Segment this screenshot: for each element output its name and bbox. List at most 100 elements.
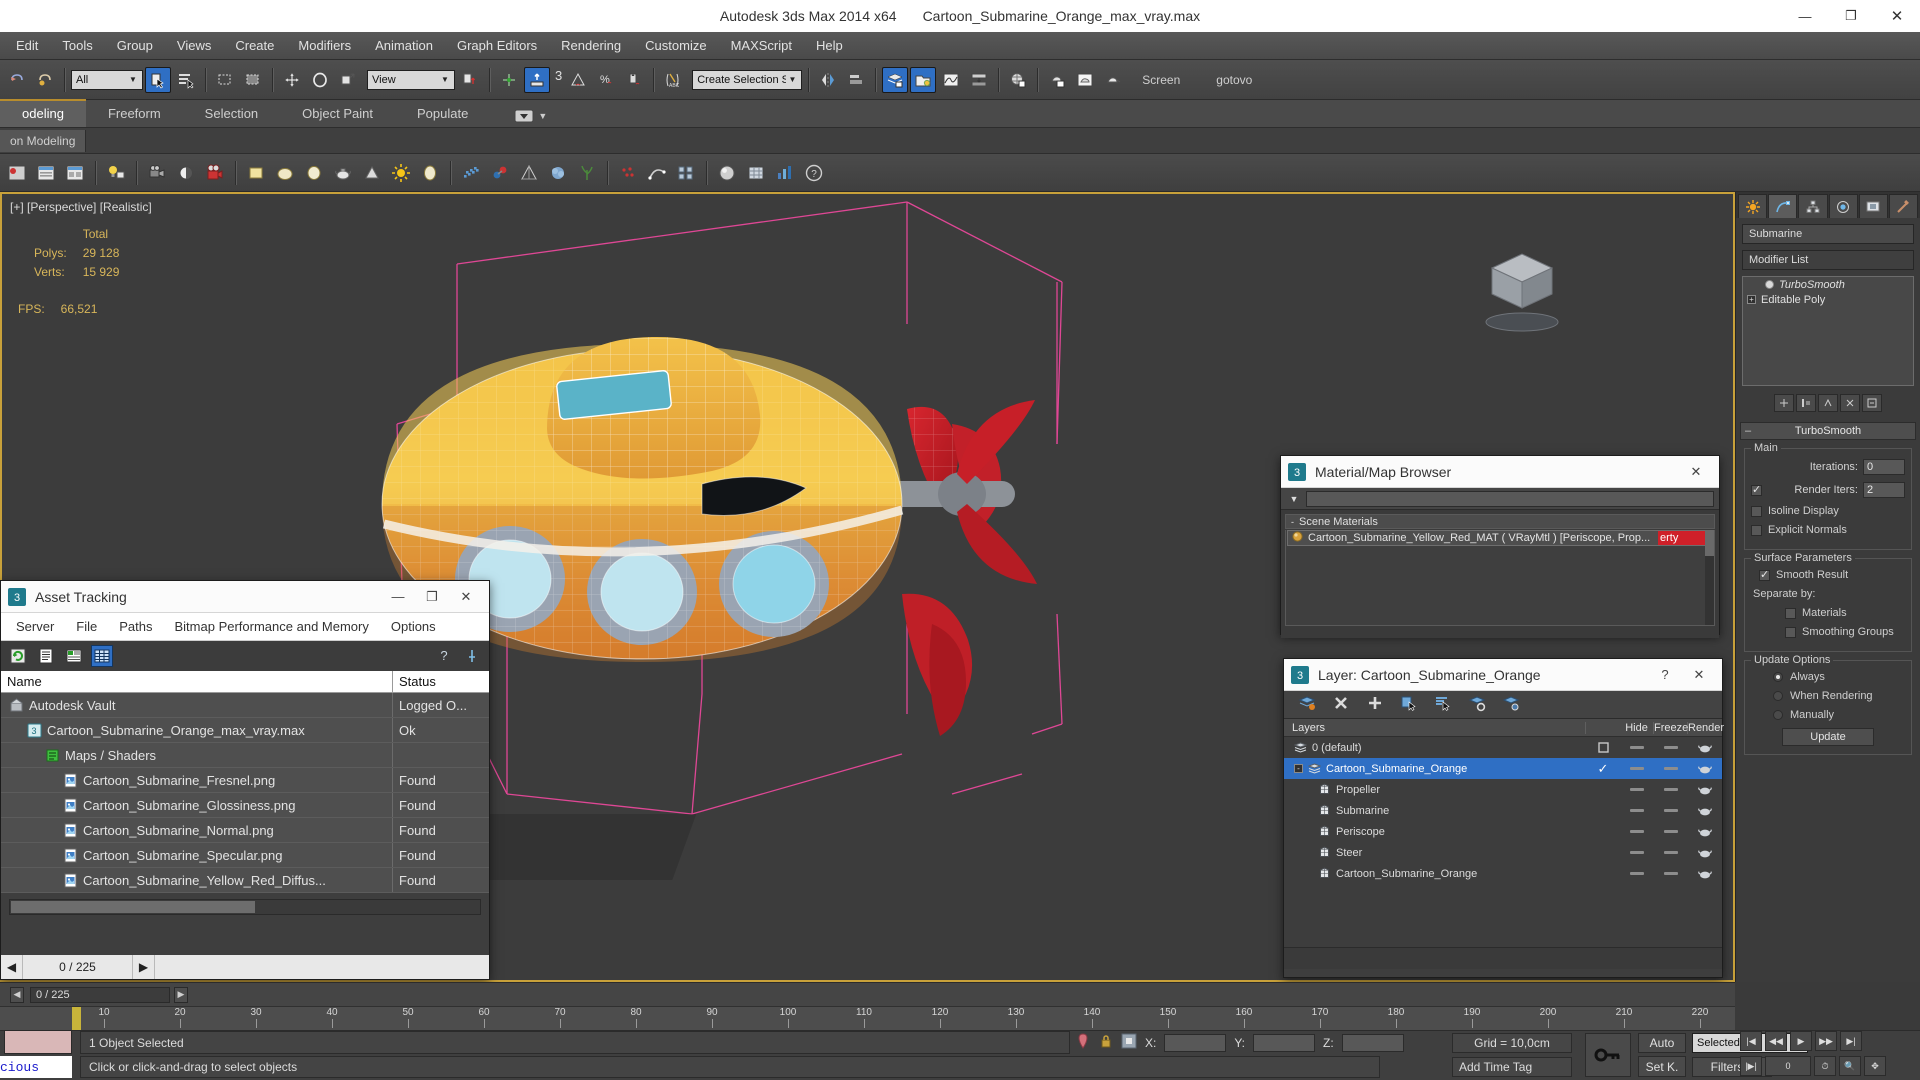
scrollbar-thumb[interactable] xyxy=(1705,530,1714,556)
z-field[interactable] xyxy=(1341,1033,1404,1052)
asset-row[interactable]: Cartoon_Submarine_Fresnel.png Found xyxy=(1,768,489,793)
named-selection-set-combo[interactable]: Create Selection S ▼ xyxy=(692,69,803,90)
update-button[interactable]: Update xyxy=(1782,728,1874,746)
light-lister-icon[interactable] xyxy=(103,160,129,186)
asset-row[interactable]: Cartoon_Submarine_Yellow_Red_Diffus... Fo… xyxy=(1,868,489,893)
menu-item-animation[interactable]: Animation xyxy=(363,34,445,57)
time-configuration-icon[interactable]: ⏱ xyxy=(1814,1056,1836,1076)
select-and-move-icon[interactable] xyxy=(279,67,305,93)
ribbon-tab-freeform[interactable]: Freeform xyxy=(86,101,183,127)
asset-row[interactable]: Cartoon_Submarine_Normal.png Found xyxy=(1,818,489,843)
show-end-result-icon[interactable] xyxy=(1796,394,1816,412)
layer-freeze-cell[interactable] xyxy=(1654,809,1688,812)
layer-freeze-cell[interactable] xyxy=(1654,830,1688,833)
restore-icon[interactable]: ❐ xyxy=(1828,0,1874,32)
tab-modify[interactable] xyxy=(1768,194,1798,218)
rendered-frame-window-icon[interactable] xyxy=(1072,67,1098,93)
detail-view-icon[interactable] xyxy=(63,645,85,667)
prev-key-icon[interactable]: ◀ xyxy=(10,986,24,1003)
camera-icon[interactable] xyxy=(144,160,170,186)
configure-modifier-sets-icon[interactable] xyxy=(1862,394,1882,412)
add-selection-icon[interactable] xyxy=(1366,694,1384,715)
particle-system-icon[interactable] xyxy=(458,160,484,186)
explicit-normals-checkbox[interactable] xyxy=(1751,524,1762,536)
next-key-icon[interactable]: ▶ xyxy=(174,986,188,1003)
minimize-icon[interactable]: — xyxy=(1782,0,1828,32)
modifier-stack[interactable]: TurboSmooth + Editable Poly xyxy=(1742,276,1914,386)
smoothing-groups-checkbox[interactable] xyxy=(1785,626,1796,638)
add-time-tag-button[interactable]: Add Time Tag xyxy=(1452,1057,1572,1077)
layer-row[interactable]: - Cartoon_Submarine_Orange ✓ xyxy=(1284,758,1722,779)
menu-item-maxscript[interactable]: MAXScript xyxy=(719,34,804,57)
layer-settings-icon[interactable] xyxy=(1502,694,1520,715)
remove-modifier-icon[interactable] xyxy=(1840,394,1860,412)
material-list-scrollbar[interactable] xyxy=(1705,530,1714,625)
object-properties-icon[interactable] xyxy=(33,160,59,186)
undo-icon[interactable] xyxy=(4,67,30,93)
tab-display[interactable] xyxy=(1858,194,1888,218)
cloud-effect-icon[interactable] xyxy=(545,160,571,186)
pan-view-icon[interactable]: ✥ xyxy=(1864,1056,1886,1076)
asset-tracking-window[interactable]: 3 Asset Tracking — ❐ ✕ Server File Paths Bi… xyxy=(0,580,490,980)
render-production-icon[interactable] xyxy=(1100,67,1126,93)
column-name[interactable]: Name xyxy=(1,671,393,692)
modifier-list-dropdown[interactable]: Modifier List xyxy=(1742,250,1914,270)
absolute-relative-toggle-icon[interactable] xyxy=(1075,1032,1091,1053)
asset-row[interactable]: Cartoon_Submarine_Specular.png Found xyxy=(1,843,489,868)
layer-render-cell[interactable] xyxy=(1688,826,1722,838)
asset-row[interactable]: Maps / Shaders xyxy=(1,743,489,768)
layer-row[interactable]: Submarine xyxy=(1284,800,1722,821)
materials-checkbox[interactable] xyxy=(1785,607,1796,619)
asset-horizontal-scrollbar[interactable] xyxy=(9,899,481,915)
browser-menu-icon[interactable]: ▼ xyxy=(1286,494,1302,504)
help-icon[interactable]: ? xyxy=(801,160,827,186)
layer-freeze-cell[interactable] xyxy=(1654,851,1688,854)
asset-minimize-icon[interactable]: — xyxy=(381,582,415,612)
scene-materials-section[interactable]: - Scene Materials xyxy=(1285,514,1715,529)
layer-manager-icon[interactable] xyxy=(882,66,909,93)
layer-properties-icon[interactable] xyxy=(62,160,88,186)
timeline-ruler[interactable]: 10 20 30 40 50 60 70 80 90 100 110 120 130 140 150 160 1… xyxy=(0,1006,1735,1030)
mini-color-swatch[interactable] xyxy=(4,1030,72,1054)
next-frame-icon[interactable]: ▶ xyxy=(133,955,155,979)
render-iters-spinner[interactable]: 2 xyxy=(1863,482,1905,498)
material-editor-icon[interactable] xyxy=(1005,67,1031,93)
current-frame-field[interactable]: 0 xyxy=(1765,1056,1811,1076)
previous-frame-icon[interactable]: ◀◀ xyxy=(1765,1031,1787,1051)
y-field[interactable] xyxy=(1253,1033,1316,1052)
list-view-icon[interactable] xyxy=(35,645,57,667)
layer-render-cell[interactable] xyxy=(1688,805,1722,817)
menu-item-help[interactable]: Help xyxy=(804,34,855,57)
menu-item-edit[interactable]: Edit xyxy=(4,34,50,57)
ribbon-subtab[interactable]: on Modeling xyxy=(0,129,87,152)
ribbon-tab-selection[interactable]: Selection xyxy=(183,101,280,127)
collapse-icon[interactable]: - xyxy=(1294,764,1303,773)
layer-render-cell[interactable] xyxy=(1688,868,1722,880)
geosphere-icon[interactable] xyxy=(417,160,443,186)
tab-hierarchy[interactable] xyxy=(1798,194,1828,218)
daylight-system-icon[interactable] xyxy=(173,160,199,186)
layer-help-icon[interactable]: ? xyxy=(1648,660,1682,690)
tab-motion[interactable] xyxy=(1828,194,1858,218)
asset-row[interactable]: Cartoon_Submarine_Glossiness.png Found xyxy=(1,793,489,818)
shape-line-icon[interactable] xyxy=(644,160,670,186)
iterations-spinner[interactable]: 0 xyxy=(1863,459,1905,475)
layer-current-cell[interactable]: ✓ xyxy=(1586,761,1620,777)
column-freeze[interactable]: Freeze xyxy=(1654,721,1688,734)
select-and-rotate-icon[interactable] xyxy=(307,67,333,93)
layer-hide-cell[interactable] xyxy=(1620,830,1654,833)
help-icon[interactable]: ? xyxy=(433,645,455,667)
asset-maximize-icon[interactable]: ❐ xyxy=(415,582,449,612)
layer-row[interactable]: Periscope xyxy=(1284,821,1722,842)
render-setup-icon[interactable] xyxy=(1044,67,1070,93)
update-always-radio[interactable] xyxy=(1773,672,1783,682)
selection-filter-combo[interactable]: All ▼ xyxy=(71,69,143,90)
column-status[interactable]: Status xyxy=(393,671,489,692)
menu-item-customize[interactable]: Customize xyxy=(633,34,718,57)
column-hide[interactable]: Hide xyxy=(1620,721,1654,734)
camera-sequencer-icon[interactable] xyxy=(202,160,228,186)
close-icon[interactable]: ✕ xyxy=(1874,0,1920,32)
ribbon-tab-object-paint[interactable]: Object Paint xyxy=(280,101,395,127)
column-render[interactable]: Render xyxy=(1688,722,1724,734)
material-map-browser-window[interactable]: 3 Material/Map Browser ✕ ▼ - Scene Mater… xyxy=(1280,455,1720,638)
